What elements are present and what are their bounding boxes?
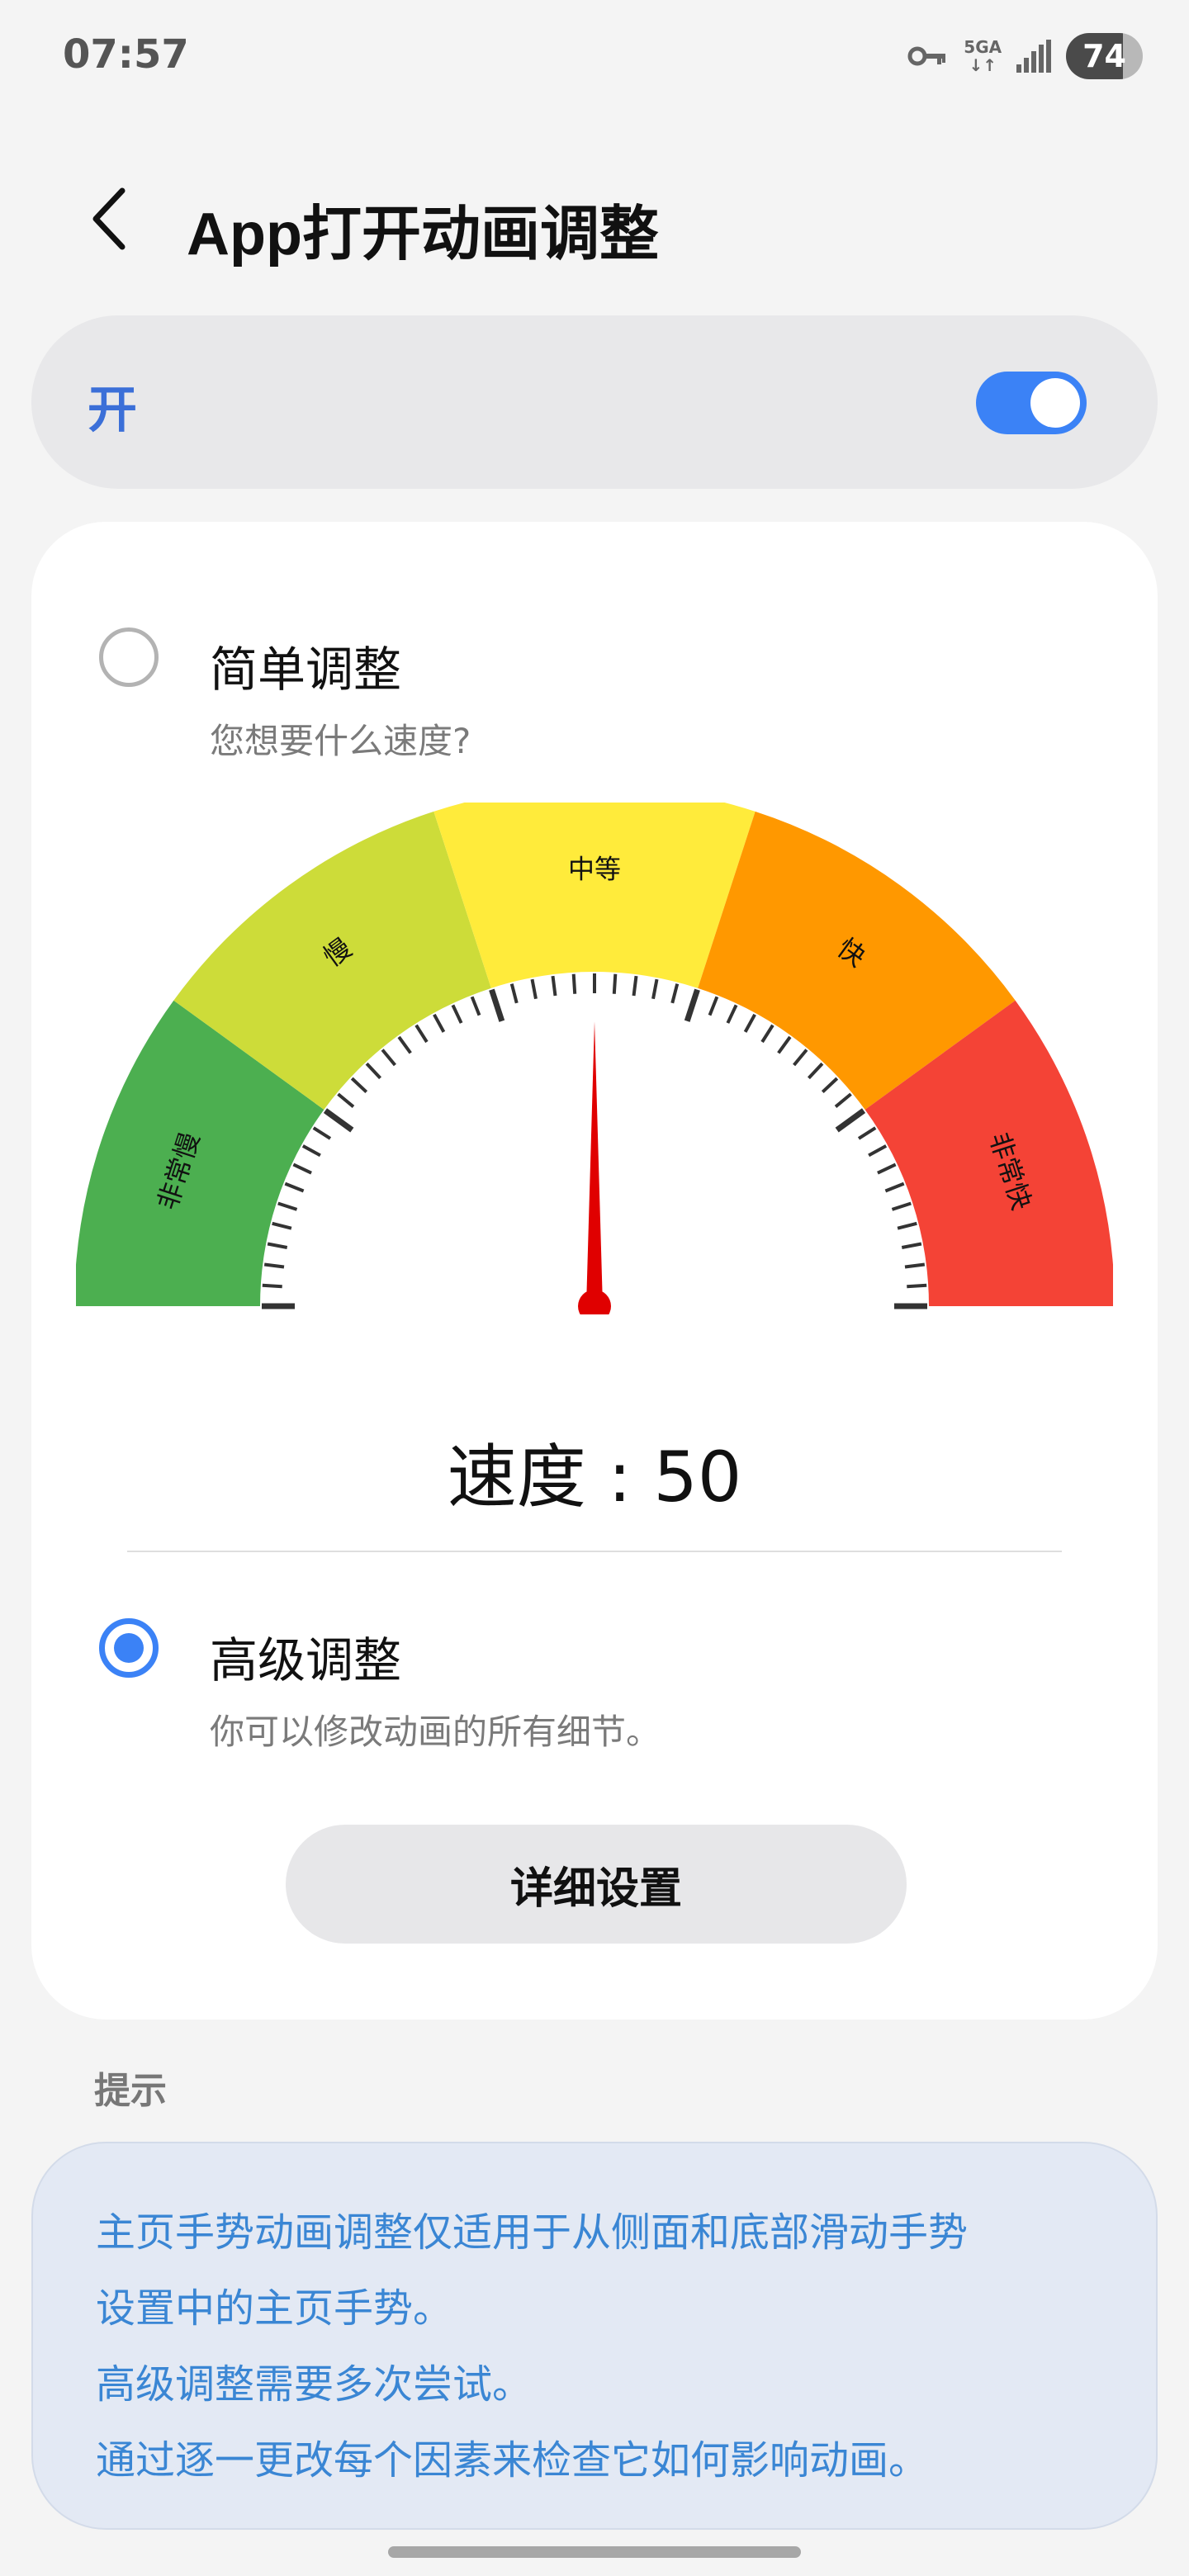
gauge-tick	[651, 978, 659, 1000]
status-bar: 07:57 5GA ↓↑ 74	[0, 0, 1189, 112]
gauge-tick	[877, 1163, 897, 1175]
gauge-tick	[834, 1092, 852, 1108]
advanced-adjust-subtitle: 你可以修改动画的所有细节。	[210, 1712, 661, 1752]
gauge-needle-hub	[578, 1290, 611, 1314]
gauge-tick	[835, 1108, 866, 1133]
status-icons: 5GA ↓↑ 74	[907, 30, 1143, 83]
gauge-tick	[807, 1062, 824, 1080]
gauge-tick	[433, 1013, 446, 1033]
status-time: 07:57	[63, 31, 189, 78]
gauge-label-2: 中等	[568, 854, 621, 885]
header: App打开动画调整	[0, 165, 1189, 272]
gauge-tick	[489, 988, 505, 1022]
simple-adjust-title[interactable]: 简单调整	[210, 631, 401, 700]
simple-adjust-radio[interactable]	[99, 627, 159, 687]
gauge-tick	[267, 1242, 288, 1249]
gauge-tick	[551, 975, 557, 997]
gauge-tick	[381, 1049, 396, 1067]
gauge-tick	[901, 1242, 922, 1249]
gauge-tick	[292, 1163, 312, 1175]
master-toggle-row[interactable]: 开	[31, 315, 1158, 489]
gauge-tick	[857, 1126, 877, 1140]
back-button[interactable]	[76, 182, 142, 256]
adjust-card: 简单调整 您想要什么速度? 非常慢慢中等快非常快 速度 : 50 高级调整 你可…	[31, 522, 1158, 2020]
battery-icon: 74	[1066, 33, 1143, 79]
gauge-tick	[891, 1201, 912, 1211]
gauge-tick	[301, 1144, 321, 1158]
tip-line: 高级调整需要多次尝试。	[96, 2361, 533, 2408]
tip-line: 通过逐一更改每个因素来检查它如何影响动画。	[96, 2437, 929, 2484]
home-indicator[interactable]	[388, 2546, 801, 2558]
tip-line: 主页手势动画调整仅适用于从侧面和底部滑动手势	[96, 2209, 969, 2256]
gauge-tick	[470, 996, 481, 1016]
gauge-tick	[263, 1262, 285, 1269]
toggle-knob	[1030, 378, 1080, 428]
tips-heading: 提示	[94, 2070, 167, 2112]
gauge-tick	[397, 1035, 412, 1054]
gauge-tick	[323, 1108, 354, 1133]
data-arrows-icon: ↓↑	[969, 55, 997, 75]
gauge-tick	[632, 975, 638, 997]
advanced-adjust-radio[interactable]	[99, 1618, 159, 1678]
gauge-tick	[530, 978, 538, 1000]
tip-line: 设置中的主页手势。	[96, 2285, 453, 2332]
gauge-tick	[777, 1035, 792, 1054]
gauge-tick	[897, 1221, 917, 1230]
gauge-tick	[868, 1144, 888, 1158]
network-type: 5GA ↓↑	[964, 38, 1002, 74]
network-type-label: 5GA	[964, 37, 1002, 57]
gauge-tick	[821, 1077, 839, 1094]
gauge-tick	[684, 988, 700, 1022]
gauge-tick	[509, 983, 519, 1004]
page-title: App打开动画调整	[187, 201, 659, 268]
tips-card: 主页手势动画调整仅适用于从侧面和底部滑动手势 设置中的主页手势。 高级调整需要多…	[31, 2142, 1158, 2530]
gauge-tick	[884, 1181, 905, 1193]
gauge-tick	[612, 973, 618, 994]
gauge-tick	[726, 1004, 738, 1024]
gauge-tick	[272, 1221, 292, 1230]
detail-settings-button[interactable]: 详细设置	[286, 1825, 907, 1944]
gauge-tick	[708, 996, 719, 1016]
gauge-tick	[365, 1062, 382, 1080]
signal-icon	[1016, 40, 1052, 73]
chevron-left-icon	[92, 187, 126, 250]
gauge-tick	[571, 973, 577, 994]
gauge-tick	[262, 1283, 282, 1289]
master-toggle-label: 开	[88, 381, 137, 439]
gauge-tick	[793, 1049, 808, 1067]
divider	[127, 1551, 1062, 1552]
gauge-needle[interactable]	[586, 1021, 603, 1306]
gauge-tick	[451, 1004, 463, 1024]
speed-gauge[interactable]: 非常慢慢中等快非常快	[76, 803, 1113, 1314]
gauge-tick	[414, 1024, 429, 1044]
gauge-tick	[337, 1092, 355, 1108]
gauge-tick	[760, 1024, 775, 1044]
gauge-tick	[277, 1201, 298, 1211]
gauge-tick	[904, 1262, 926, 1269]
master-toggle-switch[interactable]	[976, 372, 1087, 434]
speed-readout: 速度 : 50	[447, 1437, 742, 1518]
battery-level: 74	[1082, 38, 1126, 74]
gauge-tick	[312, 1126, 332, 1140]
advanced-adjust-title[interactable]: 高级调整	[210, 1622, 401, 1691]
key-icon	[907, 44, 949, 69]
simple-adjust-subtitle: 您想要什么速度?	[210, 721, 471, 761]
gauge-tick	[350, 1077, 368, 1094]
gauge-tick	[743, 1013, 756, 1033]
gauge-tick	[284, 1181, 305, 1193]
gauge-tick	[670, 983, 680, 1004]
gauge-tick	[907, 1283, 927, 1289]
